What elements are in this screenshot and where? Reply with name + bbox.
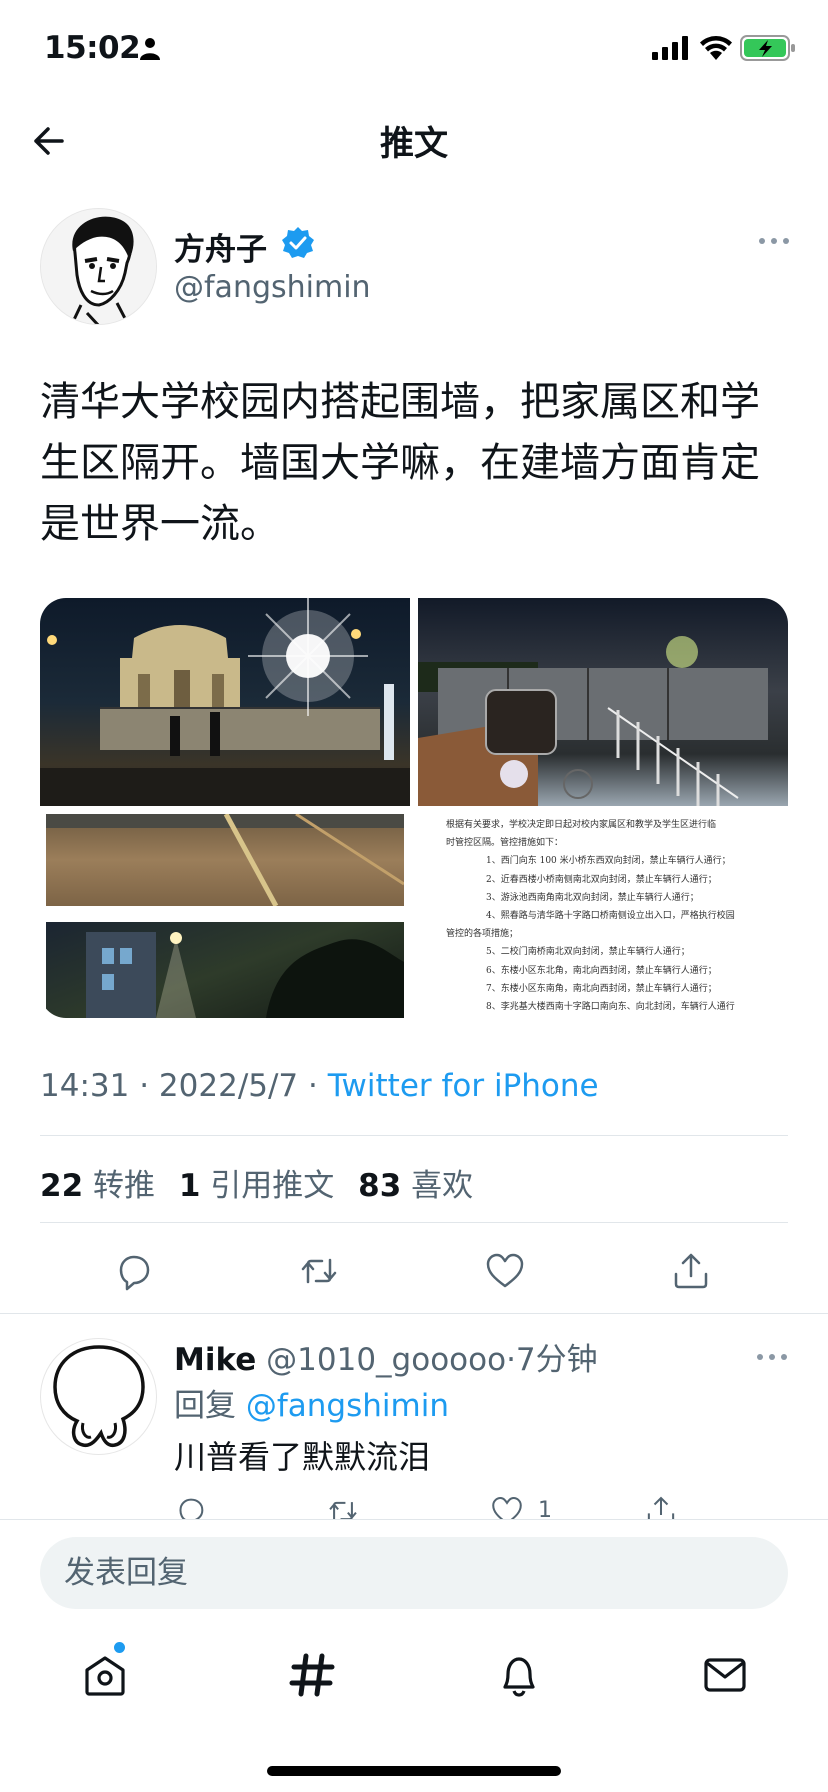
- verified-badge-icon: [282, 227, 314, 258]
- more-options-icon[interactable]: [756, 1352, 788, 1362]
- tweet-text: 清华大学校园内搭起围墙，把家属区和学生区隔开。墙国大学嘛，在建墙方面肯定是世界一…: [40, 379, 760, 547]
- nav-header: 推文: [0, 100, 828, 180]
- road-stripes-icon: [46, 814, 405, 908]
- separator: ·: [139, 1068, 150, 1104]
- likes-label: 喜欢: [411, 1168, 474, 1204]
- quotes-label: 引用推文: [210, 1168, 335, 1204]
- doc-line: 3、游泳池西南角南北双向封闭，禁止车辆行人通行；: [486, 892, 699, 903]
- reply-author-name[interactable]: Mike: [174, 1342, 256, 1378]
- tweet-source-link[interactable]: Twitter for iPhone: [328, 1068, 599, 1104]
- wifi-icon: [700, 36, 732, 60]
- likes-count: 83: [358, 1168, 402, 1204]
- reply-action-bar: 1: [174, 1494, 774, 1519]
- retweet-icon[interactable]: [326, 1494, 360, 1519]
- avatar-cartoon-icon: [53, 1345, 145, 1448]
- media-document-notice[interactable]: 根据有关要求，学校决定即日起对校内家属区和教学及学生区进行临 时管控区隔。管控措…: [418, 814, 788, 1018]
- reply-icon[interactable]: [174, 1494, 208, 1519]
- photo-road-top: [46, 814, 405, 908]
- avatar-portrait-icon: [41, 209, 156, 324]
- reply-avatar[interactable]: [40, 1338, 157, 1455]
- author-handle[interactable]: @fangshimin: [174, 270, 371, 305]
- share-icon[interactable]: [644, 1494, 678, 1519]
- tweet-stats: 22 转推 1 引用推文 83 喜欢: [40, 1160, 487, 1205]
- doc-line: 4、熙春路与清华路十字路口桥南侧设立出入口，严格执行校园: [486, 911, 735, 922]
- reply-header: Mike @1010_gooooo·7分钟: [174, 1334, 598, 1379]
- replying-label: 回复: [174, 1388, 236, 1424]
- status-time: 15:02: [44, 30, 141, 66]
- quotes-stat[interactable]: 1 引用推文: [179, 1168, 334, 1204]
- like-heart-icon[interactable]: [490, 1494, 524, 1519]
- doc-line: 根据有关要求，学校决定即日起对校内家属区和教学及学生区进行临: [446, 820, 717, 830]
- retweets-count: 22: [40, 1168, 84, 1204]
- tweet-timestamp: 14:31 · 2022/5/7 · Twitter for iPhone: [40, 1068, 599, 1104]
- doc-line: 6、东楼小区东北角，南北向西封闭，禁止车辆行人通行；: [486, 965, 717, 976]
- retweet-icon[interactable]: [298, 1250, 340, 1292]
- reply-tweet[interactable]: Mike @1010_gooooo·7分钟 回复 @fangshimin 川普看…: [0, 1314, 828, 1519]
- reply-text: 川普看了默默流泪: [174, 1438, 431, 1476]
- compose-reply-bar: [0, 1519, 828, 1629]
- like-heart-icon[interactable]: [484, 1250, 526, 1292]
- reply-like-count: 1: [538, 1498, 552, 1519]
- signal-icon: [652, 36, 688, 60]
- reply-author-handle[interactable]: @1010_gooooo: [266, 1342, 506, 1378]
- share-icon[interactable]: [670, 1250, 712, 1292]
- divider: [40, 1222, 788, 1223]
- reply-input[interactable]: [40, 1537, 788, 1609]
- photo-barrier-night-icon: [418, 636, 768, 806]
- tweet-author: 方舟子 @fangshimin: [40, 208, 790, 328]
- media-photo-barrier[interactable]: [418, 598, 788, 806]
- doc-line: 时管控区隔。管控措施如下：: [446, 838, 564, 849]
- replying-to: 回复 @fangshimin: [174, 1380, 449, 1425]
- author-name[interactable]: 方舟子: [174, 224, 267, 269]
- home-icon[interactable]: [80, 1650, 130, 1700]
- tweet-media-grid: 根据有关要求，学校决定即日起对校内家属区和教学及学生区进行临 时管控区隔。管控措…: [40, 598, 788, 1018]
- media-photo-gate[interactable]: [40, 598, 410, 806]
- tweet-date: 2022/5/7: [158, 1068, 299, 1104]
- photo-road-bottom: [46, 922, 404, 1018]
- media-photo-road[interactable]: [40, 814, 410, 1018]
- author-avatar[interactable]: [40, 208, 157, 325]
- status-bar: 15:02: [0, 0, 828, 100]
- more-options-icon[interactable]: [758, 236, 790, 246]
- page-title: 推文: [380, 124, 448, 164]
- tweet-time: 14:31: [40, 1068, 130, 1104]
- doc-line: 7、东楼小区东南角，南北向西封闭，禁止车辆行人通行；: [486, 983, 717, 994]
- doc-line: 管控的各项措施；: [446, 929, 519, 940]
- quotes-count: 1: [178, 1168, 201, 1204]
- doc-line: 1、西门向东 100 米小桥东西双向封闭，禁止车辆行人通行；: [486, 856, 731, 867]
- reply-icon[interactable]: [113, 1250, 155, 1292]
- home-notification-dot: [114, 1642, 125, 1653]
- messages-mail-icon[interactable]: [700, 1650, 750, 1700]
- battery-charging-icon: [740, 35, 795, 61]
- home-indicator[interactable]: [267, 1766, 561, 1776]
- retweets-stat[interactable]: 22 转推: [40, 1168, 155, 1204]
- notifications-bell-icon[interactable]: [494, 1650, 544, 1700]
- retweets-label: 转推: [93, 1168, 155, 1204]
- person-icon: [140, 38, 160, 60]
- bottom-tab-bar: [0, 1630, 828, 1730]
- street-lamp-night-icon: [86, 932, 404, 1018]
- doc-line: 8、李兆基大楼西南十字路口南向东、向北封闭，车辆行人通行: [486, 1002, 735, 1013]
- divider: [40, 1135, 788, 1136]
- reply-time: ·7分钟: [506, 1342, 598, 1378]
- tweet-action-bar: [0, 1240, 828, 1300]
- likes-stat[interactable]: 83 喜欢: [358, 1168, 473, 1204]
- doc-line: 5、二校门南桥南北双向封闭，禁止车辆行人通行；: [486, 947, 690, 958]
- separator: ·: [308, 1068, 318, 1104]
- reply-mention-link[interactable]: @fangshimin: [246, 1388, 449, 1424]
- doc-line: 2、近春西楼小桥南侧南北双向封闭，禁止车辆行人通行；: [486, 874, 717, 885]
- explore-hashtag-icon[interactable]: [287, 1650, 337, 1700]
- photo-gate-night-icon: [40, 598, 410, 806]
